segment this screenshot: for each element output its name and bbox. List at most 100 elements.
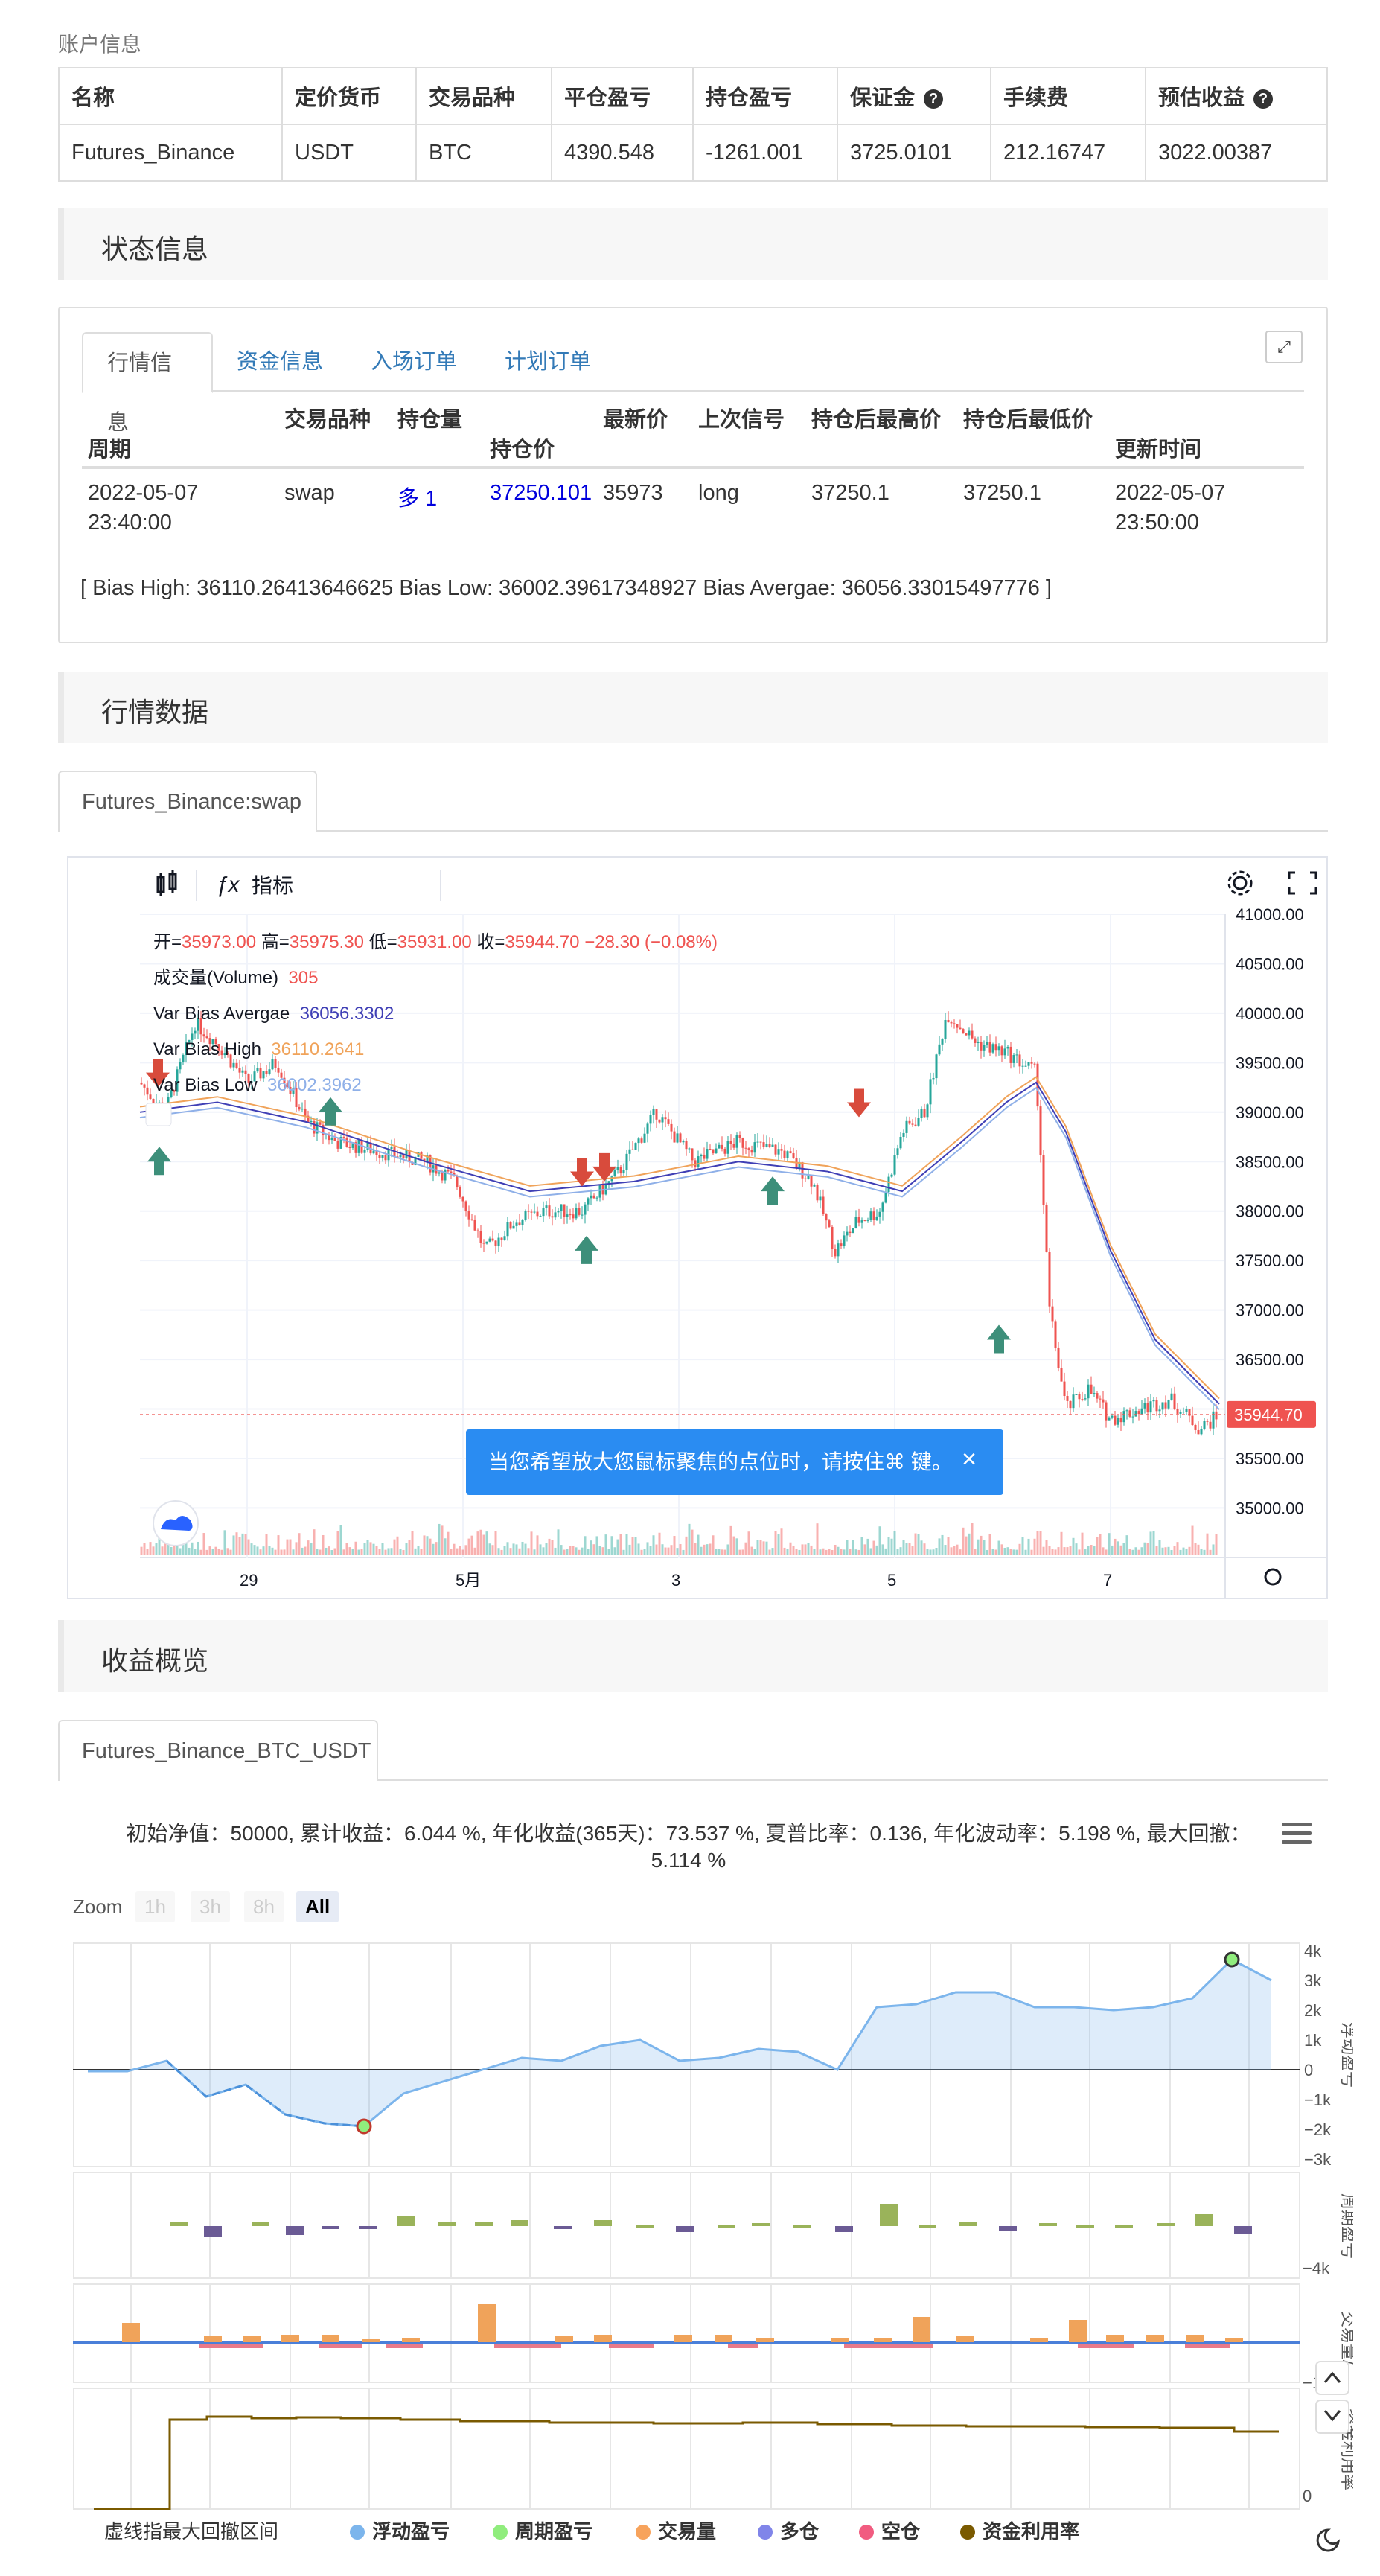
indicators-icon[interactable]: ƒx	[216, 873, 240, 897]
candle-body	[378, 1155, 381, 1158]
tab-futures-swap[interactable]: Futures_Binance:swap	[58, 771, 317, 832]
ohlc-line: 开=35973.00 高=35975.30 低=35931.00 收=35944…	[153, 932, 718, 952]
tab-market-info[interactable]: 行情信息	[82, 332, 213, 435]
candle-body	[1093, 1393, 1096, 1394]
candle-body	[658, 1119, 661, 1123]
candle-body	[893, 1155, 896, 1175]
volume-bar	[774, 1531, 777, 1555]
legend-item[interactable]: 资金利用率	[960, 2516, 1079, 2544]
volume-bar	[1072, 1537, 1075, 1555]
volume-bar	[777, 1534, 780, 1555]
volume-bar	[444, 1538, 447, 1555]
legend-item[interactable]: 空仓	[859, 2516, 920, 2544]
volume-bar	[706, 1544, 709, 1555]
legend-item[interactable]: 多仓	[758, 2516, 819, 2544]
volume-bar	[289, 1539, 292, 1555]
volume-bar	[673, 1536, 676, 1555]
settings-icon[interactable]	[1227, 870, 1253, 896]
time-tick-label: 5	[887, 1571, 896, 1590]
volume-bar	[420, 1549, 423, 1555]
candle-body	[1102, 1399, 1105, 1403]
candle-body	[908, 1120, 911, 1124]
period-pnl-bar	[959, 2222, 977, 2226]
volume-bar	[170, 1546, 173, 1555]
help-icon[interactable]: ?	[1253, 89, 1274, 109]
short-position-bar	[609, 2344, 654, 2348]
close-icon[interactable]: ×	[962, 1426, 977, 1492]
volume-bar	[756, 2338, 774, 2342]
candle-body	[1027, 1062, 1030, 1066]
price-tick-label: 36500.00	[1236, 1351, 1304, 1369]
col-high-after: 持仓后最高价	[811, 408, 942, 432]
volume-bar	[578, 1549, 581, 1555]
candle-body	[637, 1138, 640, 1144]
candle-body	[983, 1045, 986, 1051]
candle-body	[482, 1243, 485, 1244]
legend-item[interactable]: 周期盈亏	[493, 2516, 592, 2544]
legend-dot-icon	[859, 2525, 874, 2540]
help-icon[interactable]: ?	[924, 89, 944, 109]
volume-bar	[1057, 1547, 1060, 1555]
zoom-all-button[interactable]: All	[296, 1891, 339, 1922]
volume-bar	[674, 2335, 692, 2342]
zoom-3h-button[interactable]: 3h	[191, 1891, 230, 1922]
scroll-up-button[interactable]	[1315, 2361, 1349, 2395]
volume-bar	[1108, 1533, 1111, 1555]
volume-bar	[482, 1534, 485, 1555]
volume-bar	[872, 1540, 875, 1555]
indicators-button[interactable]: 指标	[252, 870, 293, 899]
candle-body	[1018, 1054, 1021, 1067]
candle-body	[518, 1222, 521, 1225]
zoom-1h-button[interactable]: 1h	[135, 1891, 175, 1922]
volume-bar	[1012, 1549, 1015, 1555]
zoom-tooltip: 当您希望放大您鼠标聚焦的点位时，请按住⌘ 键。 ×	[466, 1429, 1003, 1495]
tab-btc-usdt[interactable]: Futures_Binance_BTC_USDT	[58, 1720, 378, 1781]
tab-plan-orders[interactable]: 计划订单	[481, 332, 615, 393]
menu-icon[interactable]	[1282, 1823, 1312, 1849]
legend-item[interactable]: 浮动盈亏	[350, 2516, 450, 2544]
period-pnl-bar	[322, 2226, 339, 2229]
scroll-down-button[interactable]	[1315, 2400, 1349, 2434]
volume-bar	[974, 1549, 977, 1555]
volume-bar	[1063, 1547, 1066, 1555]
price-tick-label: 40500.00	[1236, 954, 1304, 973]
candle-type-icon[interactable]	[156, 870, 177, 896]
candle-body	[473, 1219, 476, 1231]
short-position-bar	[728, 2344, 758, 2348]
candle-body	[905, 1120, 908, 1133]
volume-bar	[325, 1547, 328, 1555]
zoom-8h-button[interactable]: 8h	[244, 1891, 284, 1922]
candle-body	[298, 1106, 301, 1110]
volume-bar	[709, 1543, 712, 1555]
volume-bar	[715, 1549, 718, 1555]
volume-bar	[986, 1549, 988, 1555]
expand-icon[interactable]: ⤢	[1265, 331, 1303, 363]
volume-bar	[247, 1539, 250, 1555]
candle-body	[619, 1167, 622, 1174]
volume-bar	[691, 1529, 694, 1555]
status-section-header: 状态信息	[58, 208, 1328, 280]
volume-bar	[783, 1547, 786, 1555]
volume-bar	[280, 1549, 283, 1555]
volume-bar	[825, 1549, 828, 1555]
bias-avg-legend: Var Bias Avergae 36056.3302	[153, 1004, 394, 1024]
legend-dot-icon	[493, 2525, 508, 2540]
volume-bar	[1042, 1546, 1045, 1555]
volume-bar	[715, 2335, 732, 2342]
candle-body	[1030, 1062, 1033, 1064]
candle-body	[1149, 1401, 1152, 1413]
period-pnl-bar	[999, 2226, 1017, 2231]
dark-mode-icon[interactable]	[1316, 2528, 1341, 2552]
legend-item[interactable]: 交易量	[636, 2516, 716, 2544]
tab-fund-info[interactable]: 资金信息	[213, 332, 347, 393]
candle-body	[941, 1039, 944, 1045]
profit-chart[interactable]: 4k3k2k1k0−1k−2k−3k−4k−10012. 四月14. 四月16.…	[73, 1936, 1353, 2516]
fullscreen-icon[interactable]	[1288, 871, 1317, 895]
tab-entry-orders[interactable]: 入场订单	[347, 332, 481, 393]
volume-bar	[929, 1549, 932, 1555]
candle-body	[634, 1143, 637, 1150]
candle-body	[988, 1042, 991, 1053]
period-pnl-bar	[676, 2226, 694, 2232]
volume-bar	[1185, 1548, 1188, 1555]
volume-bar	[1170, 1549, 1173, 1555]
